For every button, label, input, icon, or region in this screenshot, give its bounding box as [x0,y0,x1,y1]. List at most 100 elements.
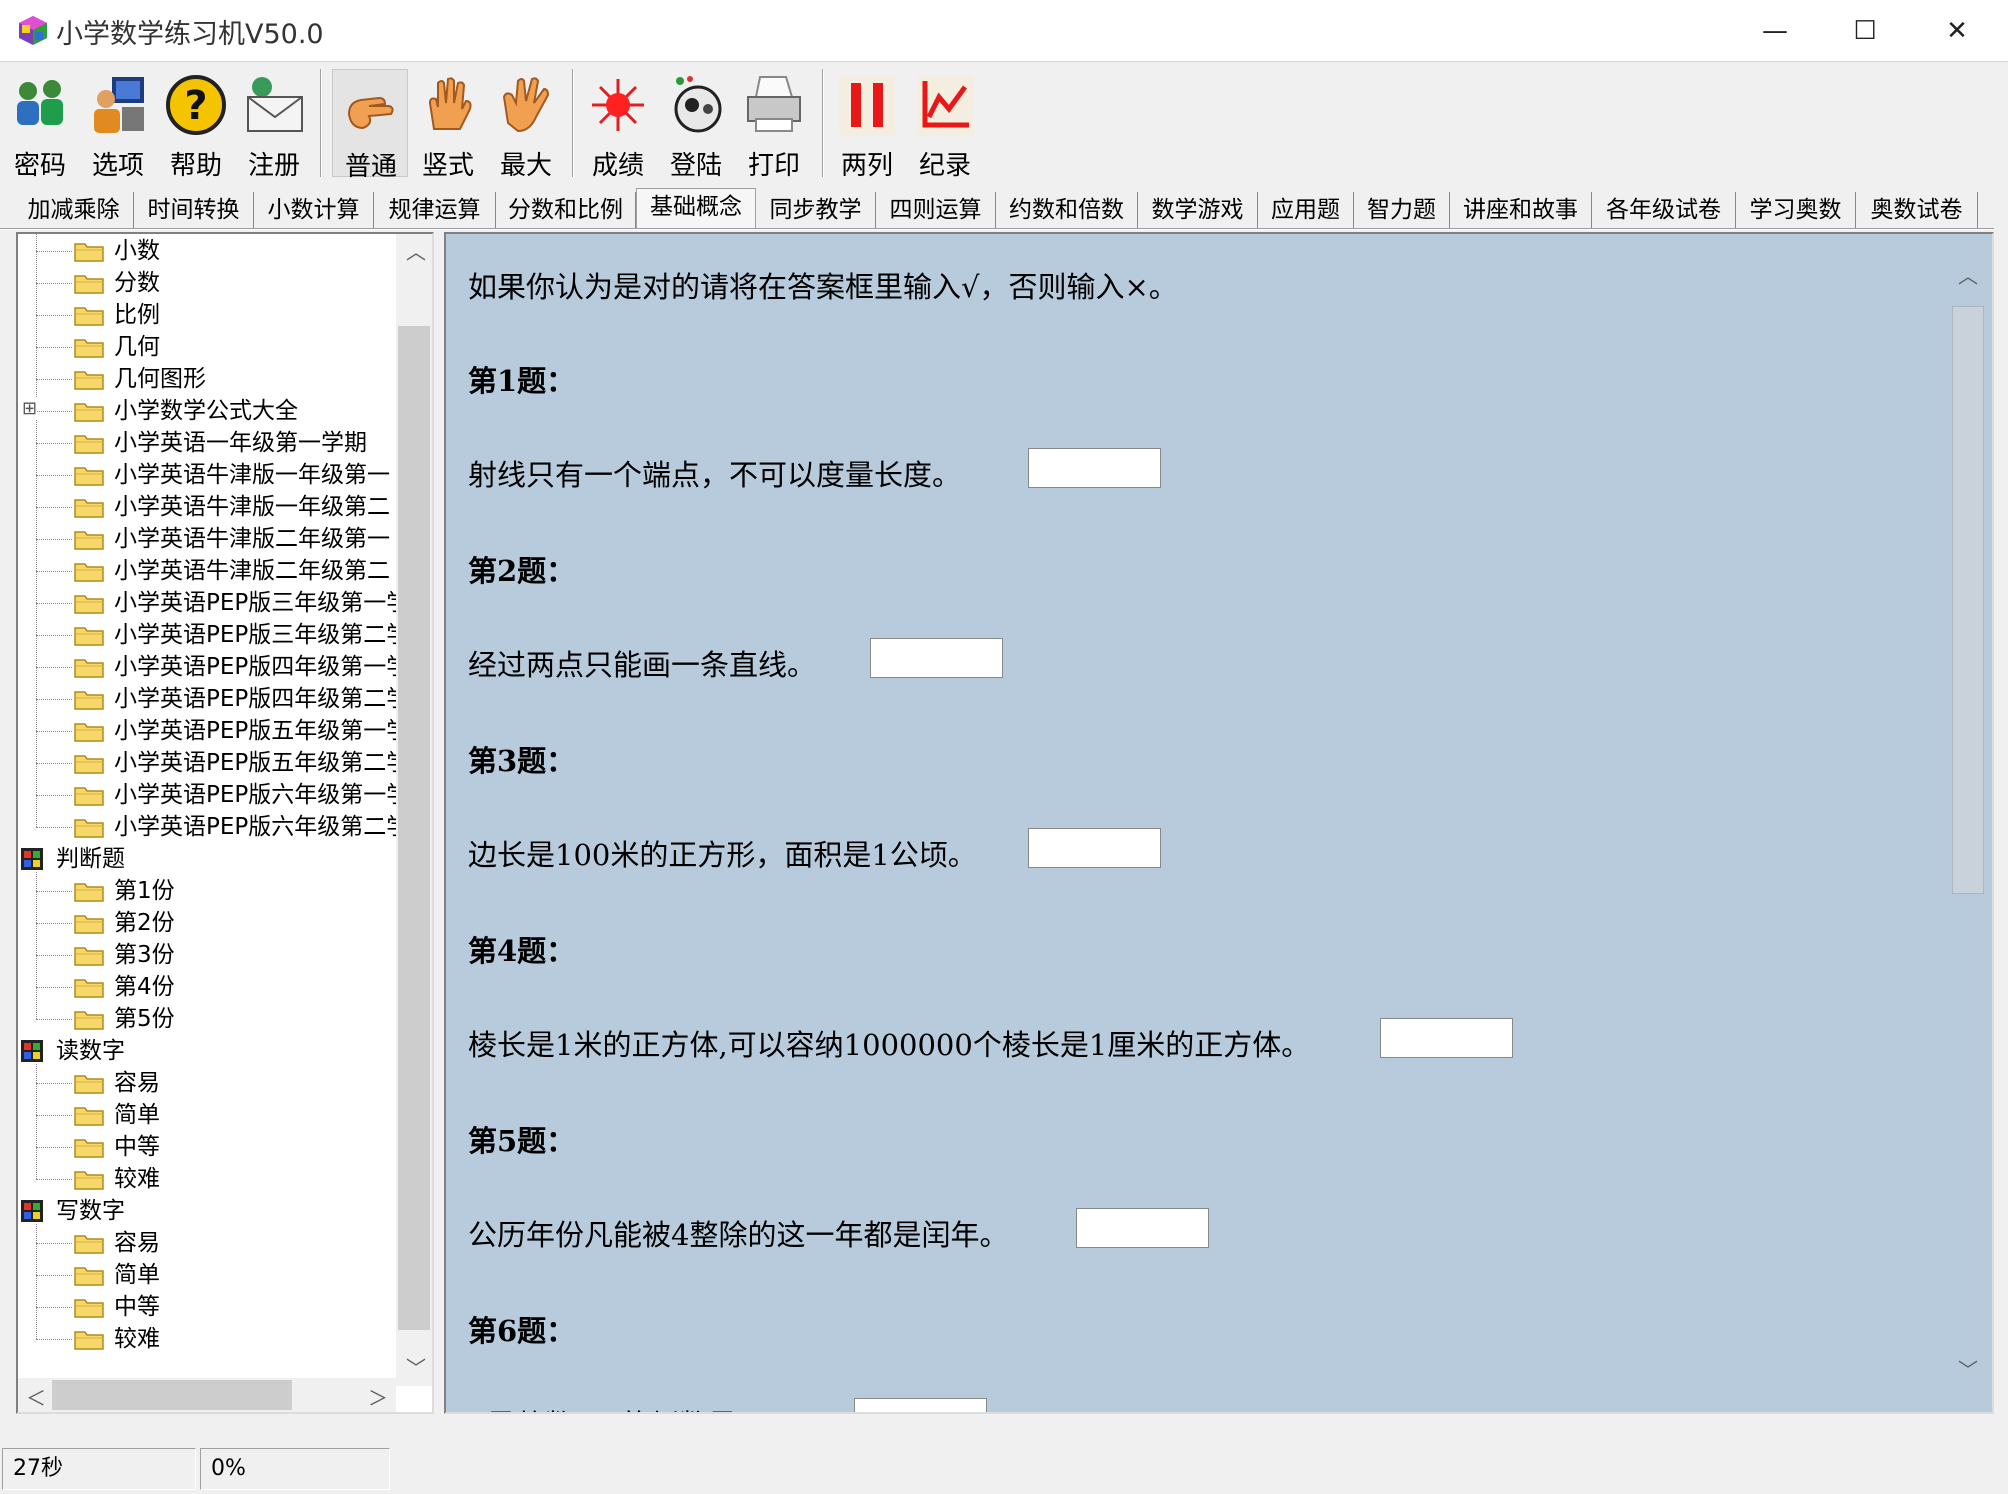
tree-connector [36,667,72,668]
folder-icon [74,1232,104,1254]
toolbar-button-register[interactable]: 注册 [236,69,312,181]
toolbar-label: 最大 [499,151,552,181]
minimize-icon: — [1762,16,1788,46]
tree-connector [36,635,72,636]
tab-item[interactable]: 智力题 [1354,192,1450,228]
tree-node-label: 小学英语PEP版六年级第一学 [114,782,410,808]
question-text: 射线只有一个端点，不可以度量长度。 [468,458,962,492]
tree-connector [36,315,72,316]
scroll-down-arrow-icon[interactable]: ﹀ [406,1352,426,1381]
tree-node-label: 小学英语PEP版三年级第二学 [114,622,410,648]
tree-vertical-scrollbar[interactable]: ︿ ﹀ [396,234,432,1386]
tree-node-label: 小学英语PEP版六年级第二学 [114,814,410,840]
folder-icon [74,1104,104,1126]
toolbar-button-score[interactable]: 成绩 [580,69,656,181]
tree-node-label: 第1份 [114,878,175,904]
tab-item[interactable]: 奥数试卷 [1856,192,1978,228]
category-tree[interactable]: 小数 分数 比例 几何 几何图形 小学数学公式大全 ⊞ 小学英语一年级第一学期 小学英语牛津版一… [16,232,434,1414]
toolbar-label: 帮助 [169,151,222,181]
register-mail-icon [247,77,303,132]
tree-connector [36,1339,72,1340]
tree-node-label: 小学英语牛津版二年级第二 [114,558,390,584]
folder-icon [74,976,104,998]
toolbar-button-max[interactable]: 最大 [488,69,564,181]
toolbar-button-two-columns[interactable]: 两列 [829,69,905,181]
toolbar-label: 打印 [747,151,800,181]
question-text: 1是整数，1的倒数是1/1。 [468,1402,813,1412]
content-vertical-scrollbar[interactable]: ︿ ﹀ [1946,234,1992,1412]
tab-item[interactable]: 各年级试卷 [1592,192,1736,228]
tree-node-label: 第3份 [114,942,175,968]
toolbar-button-login[interactable]: 登陆 [658,69,734,181]
answer-input[interactable] [1028,448,1161,488]
folder-icon [74,368,104,390]
folder-icon [74,720,104,742]
toolbar-button-vertical[interactable]: 竖式 [410,69,486,181]
tree-node-label: 简单 [114,1262,160,1288]
close-icon: ✕ [1946,16,1968,46]
answer-input[interactable] [1380,1018,1513,1058]
scroll-up-arrow-icon[interactable]: ︿ [1958,260,1978,289]
toolbar-button-options[interactable]: 选项 [80,69,156,181]
tree-connector [36,1275,72,1276]
question-content-panel: 如果你认为是对的请将在答案框里输入√，否则输入×。 第1题： 射线只有一个端点，… [444,232,1994,1414]
tree-connector [36,251,72,252]
scroll-down-arrow-icon[interactable]: ﹀ [1958,1354,1978,1383]
scroll-left-arrow-icon[interactable]: ＜ [26,1382,46,1411]
scroll-right-arrow-icon[interactable]: ＞ [368,1382,388,1411]
question-title: 第5题： [468,1124,576,1158]
tree-node-label: 几何 [114,334,160,360]
toolbar-button-normal[interactable]: 普通 [332,69,408,182]
expand-toggle-icon[interactable]: ⊞ [22,398,38,419]
tree-node-label: 小学英语PEP版四年级第一学 [114,654,410,680]
tab-item[interactable]: 四则运算 [876,192,996,228]
tree-horizontal-scroll-thumb[interactable] [52,1380,292,1410]
tree-horizontal-scrollbar[interactable]: ＜ ＞ [18,1378,396,1412]
answer-input[interactable] [854,1398,987,1412]
toolbar-button-help[interactable]: ? 帮助 [158,69,234,181]
folder-icon [74,656,104,678]
question-text: 边长是100米的正方形，面积是1公顷。 [468,838,977,872]
tree-vertical-scroll-thumb[interactable] [398,326,430,1330]
elapsed-time: 27秒 [2,1448,196,1490]
folder-icon [74,432,104,454]
users-icon [17,80,63,125]
answer-input[interactable] [1028,828,1161,868]
tab-item[interactable]: 加减乘除 [14,192,134,228]
tree-node-label: 中等 [114,1294,160,1320]
tab-item[interactable]: 应用题 [1258,192,1354,228]
scroll-up-arrow-icon[interactable]: ︿ [406,236,426,265]
tree-connector [36,1179,72,1180]
tab-item[interactable]: 时间转换 [134,192,254,228]
tab-strip: 加减乘除 时间转换 小数计算 规律运算 分数和比例 基础概念 同步教学 四则运算… [0,188,2008,230]
answer-input[interactable] [870,638,1003,678]
toolbar: 密码 选项 ? 帮助 注册 普通 竖式 最大 成绩 登陆 打印 两列 纪录 [0,63,2008,182]
toolbar-label: 两列 [840,151,893,181]
tab-item[interactable]: 学习奥数 [1736,192,1856,228]
answer-input[interactable] [1076,1208,1209,1248]
folder-icon [74,1008,104,1030]
folder-icon [74,592,104,614]
toolbar-label: 登陆 [669,151,722,181]
toolbar-button-record[interactable]: 纪录 [907,69,983,181]
folder-icon [74,784,104,806]
tree-node-label: 小学英语牛津版二年级第一 [114,526,390,552]
tab-item[interactable]: 同步教学 [756,192,876,228]
tab-item[interactable]: 讲座和故事 [1450,192,1592,228]
tab-item[interactable]: 规律运算 [374,192,496,228]
content-vertical-scroll-thumb[interactable] [1952,306,1984,894]
toolbar-label: 密码 [13,151,66,181]
tab-item-active[interactable]: 基础概念 [636,188,756,230]
maximize-button[interactable]: ☐ [1820,0,1910,62]
tree-node-label: 第4份 [114,974,175,1000]
tab-item[interactable]: 约数和倍数 [996,192,1138,228]
question-title: 第6题： [468,1314,576,1348]
minimize-button[interactable]: — [1730,0,1820,62]
tab-item[interactable]: 小数计算 [254,192,374,228]
tab-item[interactable]: 分数和比例 [496,192,636,228]
tree-connector [36,571,72,572]
close-button[interactable]: ✕ [1912,0,2002,62]
toolbar-button-print[interactable]: 打印 [736,69,812,181]
tab-item[interactable]: 数学游戏 [1138,192,1258,228]
toolbar-button-password[interactable]: 密码 [2,69,78,181]
